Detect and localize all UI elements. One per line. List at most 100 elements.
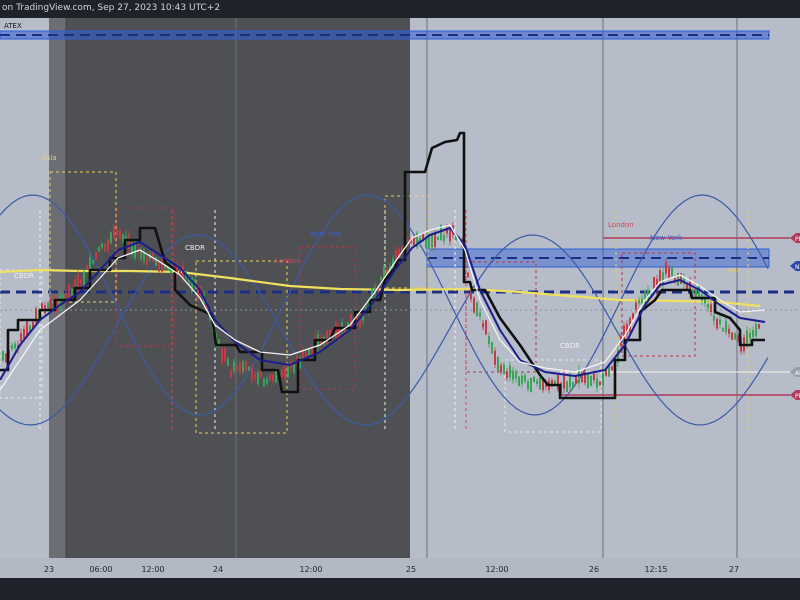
candle-up	[380, 277, 382, 281]
candle-up	[692, 289, 694, 294]
candle-up	[2, 351, 4, 361]
candle-down	[728, 328, 730, 334]
label-london-right: London	[608, 221, 634, 229]
candle-down	[668, 267, 670, 278]
candle-up	[722, 328, 724, 332]
candle-up	[476, 302, 478, 316]
x-tick-label: 12:00	[299, 565, 322, 574]
candle-up	[734, 333, 736, 340]
candle-down	[632, 313, 634, 319]
candle-down	[224, 348, 226, 362]
candle-down	[611, 366, 613, 370]
candle-up	[242, 361, 244, 373]
candle-up	[572, 382, 574, 388]
candle-up	[527, 381, 529, 390]
candle-up	[140, 250, 142, 259]
chart-screenshot: on TradingView.com, Sep 27, 2023 10:43 U…	[0, 0, 800, 600]
candle-up	[746, 330, 748, 344]
label-cbdr-right: CBDR	[560, 342, 580, 350]
candle-up	[11, 344, 13, 349]
candle-down	[635, 302, 637, 310]
candle-down	[665, 261, 667, 274]
candle-down	[239, 363, 241, 373]
candle-down	[230, 370, 232, 378]
candle-up	[143, 252, 145, 261]
candle-down	[482, 322, 484, 328]
candle-down	[563, 373, 565, 389]
candle-up	[443, 234, 445, 242]
candle-down	[281, 370, 283, 378]
candle-up	[491, 342, 493, 354]
candle-up	[602, 373, 604, 387]
candle-up	[437, 236, 439, 240]
candle-up	[536, 380, 538, 384]
x-tick-label: 27	[729, 565, 739, 574]
candle-up	[749, 332, 751, 339]
candle-up	[752, 330, 754, 337]
candle-up	[695, 288, 697, 298]
candle-down	[506, 371, 508, 378]
x-tick-label: 24	[213, 565, 223, 574]
candle-up	[539, 377, 541, 390]
right-tag-al: AL	[795, 370, 800, 377]
candle-up	[533, 376, 535, 382]
candle-up	[719, 319, 721, 325]
candle-up	[14, 343, 16, 349]
candle-down	[95, 252, 97, 260]
candle-up	[587, 373, 589, 389]
candle-down	[245, 361, 247, 371]
candle-down	[758, 324, 760, 329]
candle-up	[233, 361, 235, 372]
x-tick-label: 12:00	[141, 565, 164, 574]
candle-down	[284, 365, 286, 379]
candle-down	[494, 350, 496, 365]
right-tag-pd-lower: PD	[795, 393, 800, 400]
label-asia: Asia	[42, 154, 57, 162]
candle-down	[20, 333, 22, 342]
candle-up	[89, 257, 91, 271]
candle-down	[161, 257, 163, 272]
candle-up	[521, 375, 523, 384]
candle-up	[596, 378, 598, 388]
candle-down	[269, 374, 271, 381]
candle-down	[326, 331, 328, 344]
candle-down	[467, 272, 469, 278]
candle-down	[272, 374, 274, 381]
candle-down	[473, 298, 475, 313]
label-newyork-right: New York	[650, 234, 683, 242]
candle-down	[599, 381, 601, 386]
candle-up	[707, 304, 709, 309]
candle-up	[293, 364, 295, 373]
candle-up	[671, 267, 673, 276]
x-tick-label: 06:00	[89, 565, 112, 574]
candle-down	[77, 274, 79, 288]
candle-down	[500, 365, 502, 373]
candle-up	[713, 315, 715, 321]
label-london-mid: London	[275, 257, 301, 265]
candle-up	[479, 312, 481, 317]
candle-up	[512, 370, 514, 380]
candle-up	[347, 322, 349, 326]
candle-up	[110, 232, 112, 244]
candle-down	[146, 257, 148, 265]
candle-up	[134, 243, 136, 259]
price-chart: PD NW AL PD Asia CBDR CBDR CBDR London London New …	[0, 18, 800, 574]
label-newyork-mid: New York	[310, 230, 343, 238]
cbdr-session-box-3	[504, 359, 602, 433]
candle-up	[287, 366, 289, 378]
candle-down	[104, 243, 106, 252]
label-asia-small: Asia	[728, 267, 741, 274]
candle-up	[755, 324, 757, 337]
x-tick-label: 25	[406, 565, 416, 574]
x-tick-label: 23	[44, 565, 54, 574]
candle-down	[86, 265, 88, 269]
candle-up	[98, 246, 100, 252]
candle-up	[518, 376, 520, 386]
candle-down	[119, 230, 121, 239]
candle-up	[257, 371, 259, 384]
weekend-shade-left	[49, 18, 66, 558]
candle-up	[662, 272, 664, 285]
candle-up	[92, 260, 94, 264]
x-tick-label: 26	[589, 565, 599, 574]
candle-down	[470, 292, 472, 300]
